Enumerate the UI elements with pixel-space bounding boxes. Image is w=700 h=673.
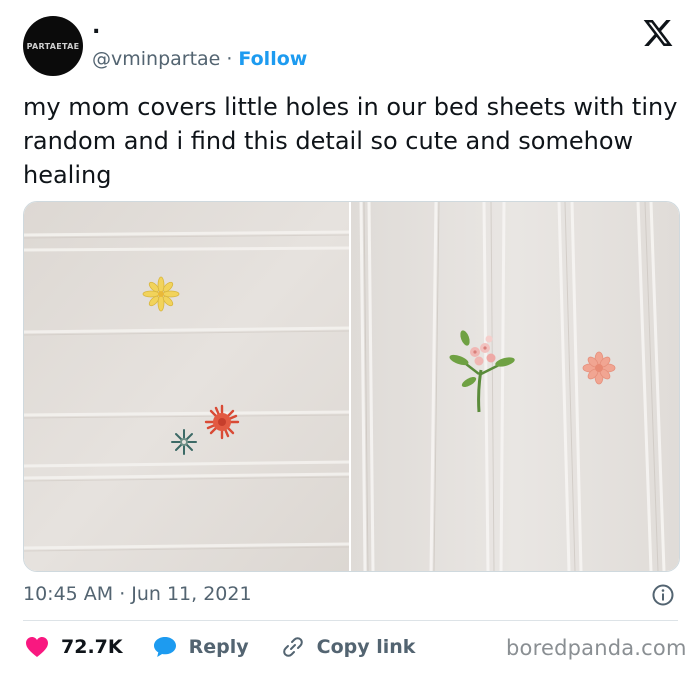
media-grid (23, 201, 680, 572)
like-count: 72.7K (61, 636, 123, 658)
avatar-text: PARTAETAE (26, 41, 80, 51)
reply-bubble-icon (153, 637, 176, 657)
handle-row: @vminpartae · Follow (92, 47, 307, 71)
tweet-date: Jun 11, 2021 (131, 583, 252, 605)
x-logo-icon[interactable] (641, 17, 675, 49)
photo-left[interactable] (24, 202, 349, 571)
info-icon[interactable] (651, 583, 675, 607)
reply-button[interactable]: Reply (153, 636, 249, 658)
watermark: boredpanda.com (506, 636, 687, 660)
tweet-text: my mom covers little holes in our bed sh… (23, 93, 678, 189)
heart-icon (26, 637, 48, 657)
divider (23, 620, 678, 621)
follow-button[interactable]: Follow (238, 47, 307, 71)
handle[interactable]: @vminpartae (92, 47, 220, 71)
reply-label: Reply (188, 636, 249, 658)
timestamp-separator: · (119, 583, 126, 605)
like-button[interactable]: 72.7K (25, 636, 123, 658)
copy-link-button[interactable]: Copy link (281, 635, 416, 659)
action-bar: 72.7K Reply Copy link (25, 632, 415, 662)
display-name[interactable]: . (92, 14, 100, 40)
tweet-timestamp[interactable]: 10:45 AM · Jun 11, 2021 (23, 581, 252, 607)
separator-dot: · (226, 48, 233, 70)
tweet-time: 10:45 AM (23, 583, 114, 605)
copy-link-label: Copy link (316, 636, 416, 658)
link-icon (282, 637, 303, 657)
avatar[interactable]: PARTAETAE (23, 16, 83, 76)
photo-right[interactable] (351, 202, 679, 571)
red-flower-icon (204, 404, 240, 440)
green-flower-icon (171, 429, 197, 455)
